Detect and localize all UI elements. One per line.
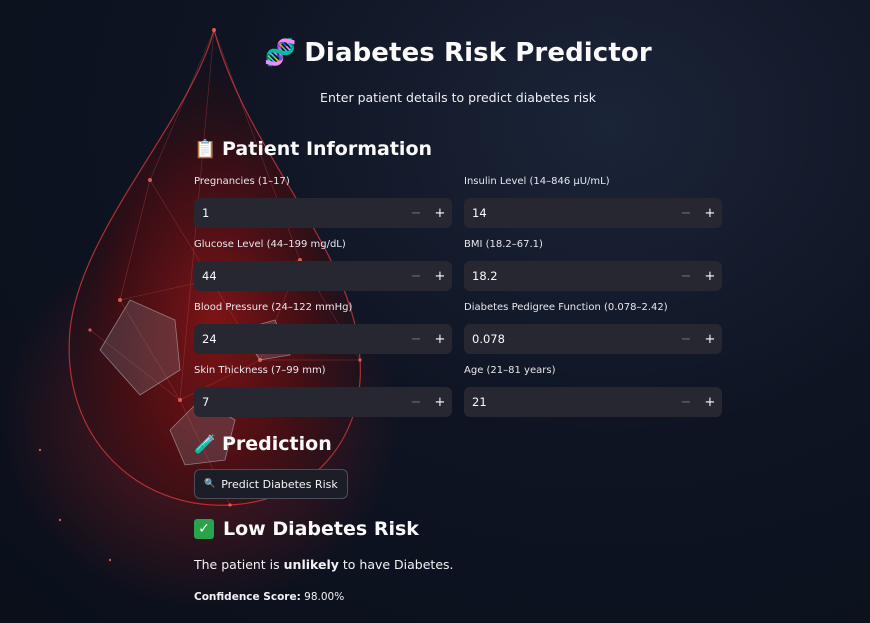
bmi-label: BMI (18.2–67.1) <box>464 239 543 250</box>
glucose-decrement-button[interactable]: − <box>404 261 428 291</box>
insulin-label: Insulin Level (14–846 µU/mL) <box>464 176 610 187</box>
confidence-label: Confidence Score: <box>194 591 301 603</box>
glucose-input[interactable]: 44 − + <box>194 261 452 291</box>
pregnancies-label: Pregnancies (1–17) <box>194 176 290 187</box>
skin-thickness-decrement-button[interactable]: − <box>404 387 428 417</box>
confidence-value: 98.00% <box>300 591 345 603</box>
skin-thickness-input[interactable]: 7 − + <box>194 387 452 417</box>
pregnancies-increment-button[interactable]: + <box>428 198 452 228</box>
page-title-row: 🧬 Diabetes Risk Predictor <box>194 38 722 68</box>
blood-pressure-field: Blood Pressure (24–122 mmHg) 24 − + <box>194 301 452 354</box>
age-increment-button[interactable]: + <box>698 387 722 417</box>
age-decrement-button[interactable]: − <box>674 387 698 417</box>
pregnancies-value[interactable]: 1 <box>194 206 404 220</box>
predict-button-label: Predict Diabetes Risk <box>221 477 338 491</box>
age-input[interactable]: 21 − + <box>464 387 722 417</box>
pregnancies-decrement-button[interactable]: − <box>404 198 428 228</box>
blood-pressure-value[interactable]: 24 <box>194 332 404 346</box>
patient-information-heading-text: Patient Information <box>222 138 433 160</box>
skin-thickness-value[interactable]: 7 <box>194 395 404 409</box>
insulin-value[interactable]: 14 <box>464 206 674 220</box>
result-text-bold: unlikely <box>283 557 339 572</box>
patient-information-heading: 📋 Patient Information <box>194 138 432 160</box>
skin-thickness-field: Skin Thickness (7–99 mm) 7 − + <box>194 364 452 417</box>
bmi-decrement-button[interactable]: − <box>674 261 698 291</box>
dpf-field: Diabetes Pedigree Function (0.078–2.42) … <box>464 301 722 354</box>
result-text-after: to have Diabetes. <box>338 557 454 572</box>
result-heading: ✓ Low Diabetes Risk <box>194 518 419 540</box>
dpf-label: Diabetes Pedigree Function (0.078–2.42) <box>464 302 668 313</box>
bmi-value[interactable]: 18.2 <box>464 269 674 283</box>
prediction-heading: 🧪 Prediction <box>194 433 332 455</box>
glucose-field: Glucose Level (44–199 mg/dL) 44 − + <box>194 238 452 291</box>
blood-pressure-decrement-button[interactable]: − <box>404 324 428 354</box>
dna-icon: 🧬 <box>264 38 297 68</box>
result-message: The patient is unlikely to have Diabetes… <box>194 557 454 572</box>
pregnancies-field: Pregnancies (1–17) 1 − + <box>194 175 452 228</box>
pregnancies-input[interactable]: 1 − + <box>194 198 452 228</box>
page-title-text: Diabetes Risk Predictor <box>304 38 652 68</box>
result-heading-text: Low Diabetes Risk <box>223 518 419 540</box>
blood-pressure-increment-button[interactable]: + <box>428 324 452 354</box>
glucose-label: Glucose Level (44–199 mg/dL) <box>194 239 346 250</box>
magnifier-icon: 🔍 <box>204 479 216 489</box>
page-title: 🧬 Diabetes Risk Predictor <box>264 38 652 68</box>
bmi-input[interactable]: 18.2 − + <box>464 261 722 291</box>
confidence-score: Confidence Score: 98.00% <box>194 591 344 603</box>
insulin-field: Insulin Level (14–846 µU/mL) 14 − + <box>464 175 722 228</box>
result-text-before: The patient is <box>194 557 284 572</box>
insulin-increment-button[interactable]: + <box>698 198 722 228</box>
glucose-increment-button[interactable]: + <box>428 261 452 291</box>
check-mark-icon: ✓ <box>194 519 214 539</box>
test-tube-icon: 🧪 <box>194 433 217 455</box>
blood-pressure-label: Blood Pressure (24–122 mmHg) <box>194 302 353 313</box>
skin-thickness-increment-button[interactable]: + <box>428 387 452 417</box>
bmi-increment-button[interactable]: + <box>698 261 722 291</box>
dpf-decrement-button[interactable]: − <box>674 324 698 354</box>
insulin-input[interactable]: 14 − + <box>464 198 722 228</box>
skin-thickness-label: Skin Thickness (7–99 mm) <box>194 365 326 376</box>
dpf-increment-button[interactable]: + <box>698 324 722 354</box>
blood-pressure-input[interactable]: 24 − + <box>194 324 452 354</box>
prediction-heading-text: Prediction <box>222 433 332 455</box>
dpf-value[interactable]: 0.078 <box>464 332 674 346</box>
bmi-field: BMI (18.2–67.1) 18.2 − + <box>464 238 722 291</box>
glucose-value[interactable]: 44 <box>194 269 404 283</box>
dpf-input[interactable]: 0.078 − + <box>464 324 722 354</box>
insulin-decrement-button[interactable]: − <box>674 198 698 228</box>
clipboard-icon: 📋 <box>194 138 217 160</box>
age-field: Age (21–81 years) 21 − + <box>464 364 722 417</box>
predict-diabetes-risk-button[interactable]: 🔍 Predict Diabetes Risk <box>194 469 348 499</box>
age-value[interactable]: 21 <box>464 395 674 409</box>
age-label: Age (21–81 years) <box>464 365 556 376</box>
page-subtitle: Enter patient details to predict diabete… <box>320 90 596 105</box>
